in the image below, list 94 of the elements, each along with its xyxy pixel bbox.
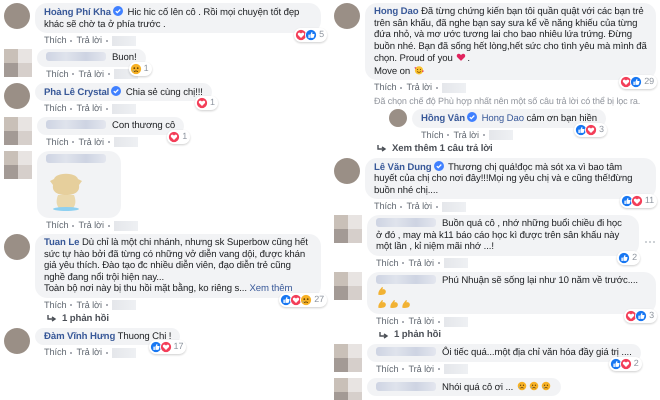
reply-link[interactable]: Trả lời (406, 201, 432, 212)
like-link[interactable]: Thích (46, 68, 68, 80)
reaction-summary[interactable]: 27 (279, 292, 327, 306)
commenter-name[interactable]: Tuan Le (44, 237, 80, 248)
blurred-timestamp (112, 104, 136, 114)
comment-text: Pha Lê Crystal Chia sẻ cùng chị!!! (44, 86, 203, 98)
more-options-icon[interactable] (644, 240, 656, 244)
comment-text: Đàm Vĩnh Hưng Thuong Chi ! (44, 330, 172, 342)
reply-link[interactable]: Trả lời (76, 300, 102, 310)
commenter-name[interactable]: Đàm Vĩnh Hưng (44, 330, 116, 342)
avatar[interactable] (334, 3, 360, 29)
like-link[interactable]: Thích (376, 316, 398, 327)
commenter-name[interactable]: Lê Văn Dung (374, 162, 432, 172)
blurred-timestamp (442, 82, 466, 92)
comment-text: Buồn quá cô , nhớ những buổi chiều đi học ở đó , may mà k11 báo cáo học kì được trên sân khấu này một lần , kỉ niệm mãi nhớ ...! (376, 218, 622, 252)
filter-notice: Đã chọn chế độ Phù hợp nhất nên một số câu trả lời có thể bị lọc ra. (374, 96, 642, 106)
commenter-name[interactable]: Hong Dao (374, 6, 418, 17)
blurred-name (376, 218, 436, 227)
reaction-summary[interactable]: 2 (617, 250, 640, 264)
reaction-summary[interactable]: 17 (148, 340, 186, 354)
replies-link[interactable]: 1 phản hồi (47, 312, 322, 324)
reaction-summary[interactable]: 5 (294, 28, 327, 42)
comment-text: Phú Nhuận sẽ sống lại như 10 năm về trước.... (376, 274, 638, 310)
view-more-replies-link[interactable]: Xem thêm 1 câu trả lời (377, 142, 656, 154)
avatar[interactable] (4, 234, 30, 260)
blurred-timestamp (112, 348, 136, 358)
blurred-timestamp (444, 316, 468, 326)
like-link[interactable]: Thích (44, 35, 66, 46)
like-link[interactable]: Thích (44, 103, 66, 114)
comment-text: Nhói quá cô ơi ... (376, 382, 552, 392)
like-link[interactable]: Thích (46, 220, 68, 231)
reply-link[interactable]: Trả lời (76, 35, 102, 46)
commenter-name[interactable]: Hoàng Phí Kha (44, 7, 111, 18)
reply-link[interactable]: Trả lời (78, 136, 104, 148)
reply-link[interactable]: Trả lời (408, 316, 434, 327)
comment-text: Hoàng Phí Kha Hic hic cố lên cô . Rồi mọi chuyện tốt đẹp khác sẽ chờ ta ở phía trước . (44, 7, 300, 30)
reply-arrow-icon (377, 144, 387, 152)
avatar[interactable] (4, 328, 30, 354)
reply-link[interactable]: Trả lời (406, 82, 432, 93)
reaction-summary[interactable]: 29 (619, 75, 657, 89)
reply-link[interactable]: Trả lời (78, 220, 104, 231)
blurred-timestamp (112, 36, 136, 46)
blurred-timestamp (114, 220, 138, 230)
commenter-name[interactable]: Pha Lê Crystal (44, 86, 110, 98)
blurred-name (46, 52, 106, 61)
reaction-summary[interactable]: 1 (167, 130, 190, 144)
reaction-summary[interactable]: 1 (128, 62, 152, 76)
reply-arrow-icon (379, 330, 389, 338)
like-link[interactable]: Thích (376, 258, 398, 268)
reply-link[interactable]: Trả lời (78, 68, 104, 80)
blurred-name (46, 120, 106, 129)
reply-link[interactable]: Trả lời (453, 130, 479, 140)
comment-text: Hồng Vân Hong Dao cảm ơn bạn hiền (421, 113, 597, 124)
reaction-summary[interactable]: 1 (194, 96, 218, 110)
blurred-timestamp (112, 300, 136, 310)
blurred-timestamp (444, 364, 468, 374)
reply-arrow-icon (47, 314, 57, 322)
avatar[interactable] (389, 109, 407, 127)
comment-text: Hong Dao Đã từng chứng kiến bạn tôi quần quật với các bạn trẻ trên sân khấu, đã nghe bạn say sưa kể về năng khiếu của từng đứa nhỏ, và mơ ước tương lai cho bao nhiêu lứa trứng. Đừng buồn nhé. Bạn đã sống hết lòng,hết sức cho tình yêu mà mình đã chọn. Proud of you . Move on (374, 6, 647, 76)
see-more-link[interactable]: Xem thêm (249, 283, 292, 294)
blurred-name (376, 274, 436, 284)
comment-text: Ôi tiếc quá...một địa chỉ văn hóa đầy giá trị .... (376, 347, 632, 358)
comment-text: Buon! (46, 52, 137, 63)
replies-link[interactable]: 1 phản hồi (379, 329, 656, 340)
comment-text: Lê Văn Dung Thương chị quá!đọc mà sót xa vì bao tâm huyết của chị cho nơi đây!!!Mọi ng yêu chị và e cũng thế!đừng buồn nhé chị.... (374, 162, 632, 196)
blurred-name (46, 154, 106, 162)
blurred-timestamp (114, 137, 138, 147)
avatar[interactable] (4, 3, 30, 29)
reply-link[interactable]: Trả lời (408, 364, 434, 374)
blurred-timestamp (488, 130, 513, 140)
blurred-timestamp (442, 202, 466, 212)
mention-link[interactable]: Hong Dao (482, 113, 524, 124)
avatar[interactable] (4, 82, 30, 108)
reaction-summary[interactable]: 11 (620, 194, 657, 208)
blurred-name (376, 382, 436, 390)
reaction-summary[interactable]: 2 (608, 356, 642, 370)
commenter-name[interactable]: Hồng Vân (421, 113, 465, 124)
like-link[interactable]: Thích (374, 201, 396, 212)
blurred-timestamp (444, 258, 468, 268)
reaction-summary[interactable]: 3 (624, 309, 657, 323)
like-link[interactable]: Thích (374, 82, 396, 93)
reply-link[interactable]: Trả lời (76, 103, 102, 114)
comment-text: Con thương cô (46, 120, 176, 131)
like-link[interactable]: Thích (376, 364, 398, 374)
avatar[interactable] (334, 158, 360, 184)
like-link[interactable]: Thích (44, 347, 66, 358)
comment-text: Tuan Le Dù chỉ là một chi nhánh, nhưng sk Superbow cũng hết sức tự hào bởi đã từng có những vở diễn vang dội, được khán giả yêu thích. Đào tạo đc nhiều diễn viên, đạo diễn trẻ cũng nghề đang nổi trội hiện nay... Toàn bộ nơi này bị thu hồi mặt bằng, ko riêng s... Xem thêm (44, 237, 308, 294)
blurred-name (376, 347, 436, 356)
reaction-summary[interactable]: 3 (574, 122, 607, 136)
like-link[interactable]: Thích (421, 130, 444, 140)
reply-link[interactable]: Trả lời (408, 258, 434, 268)
like-link[interactable]: Thích (46, 136, 68, 148)
reply-link[interactable]: Trả lời (76, 347, 102, 358)
like-link[interactable]: Thích (44, 300, 66, 310)
